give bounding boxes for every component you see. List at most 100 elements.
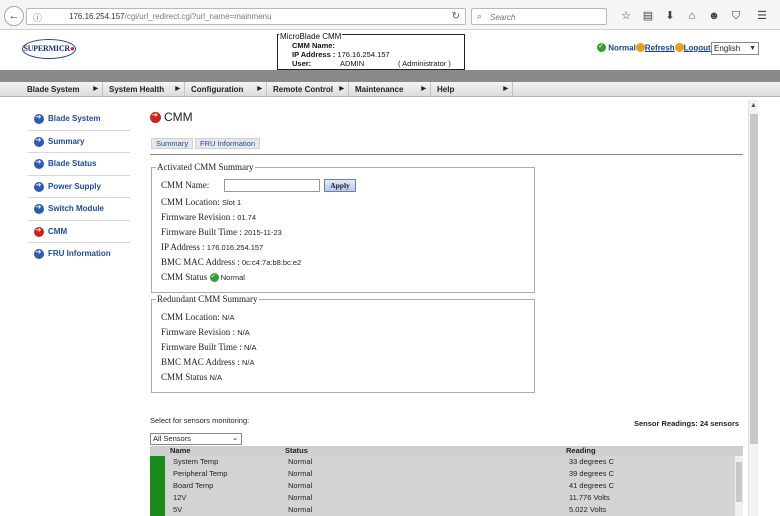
cmm-name-field-label: CMM Name:: [161, 180, 210, 190]
sidebar-item-label: Switch Module: [48, 204, 104, 213]
cmm-name-input[interactable]: [224, 179, 320, 192]
url-bar[interactable]: ⓘ 176.16.254.157/cgi/url_redirect.cgi?ur…: [26, 8, 466, 25]
reading-list-icon[interactable]: ▤: [640, 8, 656, 24]
sidebar-item-power-supply[interactable]: Power Supply: [28, 176, 130, 198]
sidebar-item-label: Blade Status: [48, 159, 97, 168]
triangle-right-icon: ▶: [503, 86, 508, 92]
sidebar-item-label: Power Supply: [48, 181, 101, 191]
bmc-mac-value: 0c:c4:7a:b8:bc:e2: [242, 258, 302, 267]
row-background: [165, 504, 735, 516]
ip-address-row: IP Address : 176.016.254.157: [161, 242, 263, 252]
apply-button[interactable]: Apply: [324, 179, 356, 192]
row-background: [165, 492, 735, 504]
back-arrow-icon[interactable]: ←: [4, 6, 24, 26]
sensor-reading: 41 degrees C: [569, 481, 615, 490]
home-icon[interactable]: ⌂: [684, 8, 700, 24]
reload-icon[interactable]: ↻: [452, 11, 460, 22]
ip-address-value: 176.016.254.157: [206, 243, 264, 252]
redundant-cmm-legend: Redundant CMM Summary: [156, 294, 259, 304]
row-background: [165, 456, 735, 468]
redundant-cmm-panel: Redundant CMM Summary CMM Location: N/A …: [151, 294, 535, 393]
tab-fru-information[interactable]: FRU Information: [195, 138, 261, 149]
triangle-right-icon: ▶: [93, 86, 98, 92]
sidebar-item-blade-system[interactable]: Blade System: [28, 108, 130, 131]
arrow-circle-icon: [34, 158, 44, 169]
chevron-down-icon: ⌄: [232, 435, 238, 442]
menu-remote-control[interactable]: Remote Control ▶: [267, 82, 349, 97]
table-row[interactable]: 5V Normal 5.022 Volts: [150, 504, 743, 516]
sensor-status: Normal: [288, 481, 313, 490]
logout-icon[interactable]: [674, 43, 684, 53]
menu-label: System Health: [109, 85, 165, 94]
sensor-select-label: Select for sensors monitoring:: [150, 416, 250, 425]
sidebar-item-fru-information[interactable]: FRU Information: [28, 243, 130, 266]
triangle-right-icon: ▶: [339, 86, 344, 92]
sidebar-item-switch-module[interactable]: Switch Module: [28, 198, 130, 221]
shield-icon[interactable]: ⛉: [728, 8, 744, 24]
sidebar-item-summary[interactable]: Summary: [28, 131, 130, 153]
redundant-mac-label: BMC MAC Address :: [161, 357, 240, 367]
sensor-reading: 11.776 Volts: [569, 493, 610, 502]
cmm-name-label: CMM Name:: [292, 41, 335, 50]
chevron-down-icon: ▼: [749, 45, 756, 52]
refresh-link[interactable]: Refresh: [645, 43, 675, 52]
table-row[interactable]: System Temp Normal 33 degrees C: [150, 456, 743, 468]
sidebar-item-label: Blade System: [48, 114, 101, 123]
arrow-circle-icon: [34, 226, 44, 237]
refresh-icon[interactable]: [635, 43, 645, 53]
scroll-up-icon[interactable]: ▲: [750, 102, 757, 109]
page-scrollbar[interactable]: ▲: [748, 100, 758, 516]
chat-icon[interactable]: ☻: [706, 8, 722, 24]
redundant-built-label: Firmware Built Time :: [161, 342, 242, 352]
arrow-circle-icon: [34, 181, 44, 192]
firmware-built-value: 2015-11-23: [244, 228, 282, 237]
sidebar-item-label: Summary: [48, 136, 85, 146]
tab-summary[interactable]: Summary: [151, 138, 194, 149]
bookmark-star-icon[interactable]: ☆: [618, 8, 634, 24]
redundant-fw-value: N/A: [237, 328, 250, 337]
arrow-circle-icon: [34, 113, 44, 124]
menu-label: Help: [437, 85, 455, 94]
menu-blade-system[interactable]: Blade System ▶: [21, 82, 103, 97]
language-select[interactable]: English ▼: [711, 42, 759, 55]
table-row[interactable]: Peripheral Temp Normal 39 degrees C: [150, 468, 743, 480]
main-menu: Blade System ▶ System Health ▶ Configurati…: [0, 82, 780, 97]
search-input[interactable]: [490, 11, 600, 23]
table-row[interactable]: 12V Normal 11.776 Volts: [150, 492, 743, 504]
status-ok-marker: [150, 492, 165, 504]
sensor-filter-select[interactable]: All Sensors ⌄: [150, 433, 242, 445]
column-reading[interactable]: Reading: [566, 446, 596, 456]
menu-system-health[interactable]: System Health ▶: [103, 82, 185, 97]
download-icon[interactable]: ⬇: [662, 8, 678, 24]
table-row[interactable]: Board Temp Normal 41 degrees C: [150, 480, 743, 492]
search-bar[interactable]: ⌕: [471, 8, 607, 25]
cmm-status-row: CMM Status Normal: [161, 272, 245, 283]
logo-dot: ●: [70, 44, 75, 53]
menu-configuration[interactable]: Configuration ▶: [185, 82, 267, 97]
redundant-location-value: N/A: [222, 313, 235, 322]
row-background: [165, 480, 735, 492]
sensor-name: 5V: [173, 505, 183, 514]
logout-link[interactable]: Logout: [684, 43, 711, 52]
table-scrollbar[interactable]: [735, 456, 743, 516]
sidebar-item-blade-status[interactable]: Blade Status: [28, 153, 130, 176]
sensor-count: Sensor Readings: 24 sensors: [634, 419, 740, 428]
user-row: User: ADMIN ( Administrator ): [292, 59, 451, 68]
redundant-built-value: N/A: [244, 343, 257, 352]
arrow-circle-icon: [150, 111, 161, 123]
menu-label: Maintenance: [355, 85, 404, 94]
redundant-mac-value: N/A: [242, 358, 255, 367]
page-info-icon[interactable]: ⓘ: [33, 11, 43, 23]
sidebar-item-cmm[interactable]: CMM: [28, 221, 130, 243]
menu-icon[interactable]: ☰: [754, 8, 770, 24]
menu-help[interactable]: Help ▶: [431, 82, 513, 97]
page-scroll-thumb[interactable]: [750, 114, 758, 444]
user-label: User:: [292, 59, 312, 68]
column-name[interactable]: Name: [170, 446, 190, 456]
sensor-name: Peripheral Temp: [173, 469, 228, 478]
firmware-revision-label: Firmware Revision :: [161, 212, 235, 222]
table-scroll-thumb[interactable]: [736, 462, 742, 502]
column-status[interactable]: Status: [285, 446, 308, 456]
cmm-info-box: MicroBlade CMM CMM Name: IP Address : 17…: [277, 32, 465, 70]
menu-maintenance[interactable]: Maintenance ▶: [349, 82, 431, 97]
